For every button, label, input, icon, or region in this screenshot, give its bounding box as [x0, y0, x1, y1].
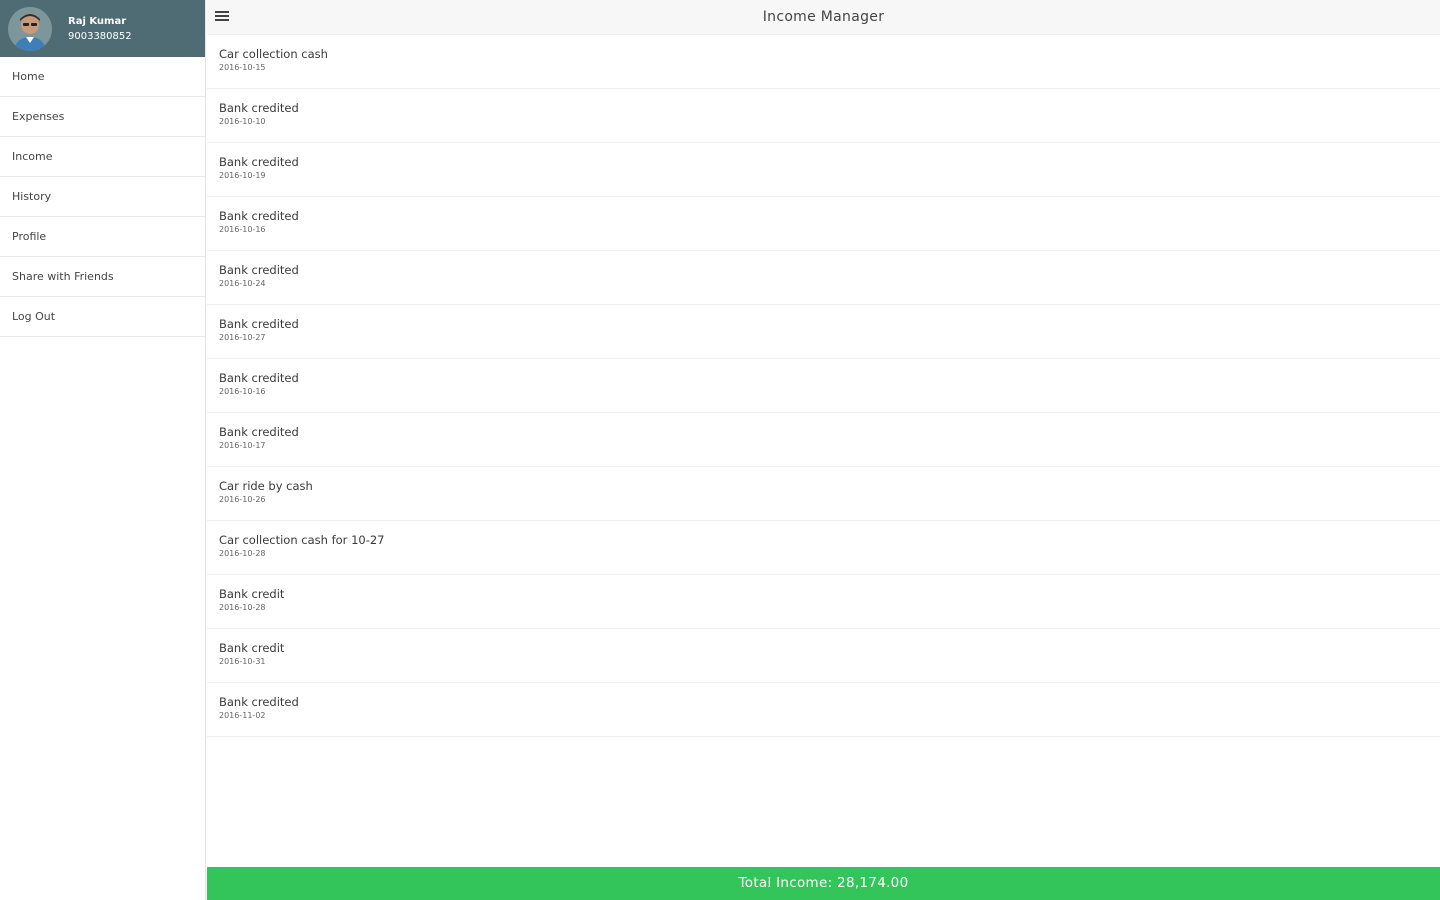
item-title: Bank credited — [219, 371, 299, 385]
item-date: 2016-10-15 — [219, 63, 266, 72]
menu-item-income[interactable]: Income — [0, 137, 205, 177]
item-date: 2016-10-26 — [219, 495, 266, 504]
avatar — [8, 6, 52, 51]
user-phone: 9003380852 — [68, 30, 132, 42]
list-item[interactable]: Bank credit 2016-10-31 — [207, 629, 1440, 683]
user-avatar-icon — [8, 6, 52, 51]
item-date: 2016-10-10 — [219, 117, 266, 126]
item-date: 2016-10-16 — [219, 225, 266, 234]
item-date: 2016-10-17 — [219, 441, 266, 450]
item-title: Car collection cash for 10-27 — [219, 533, 385, 547]
item-date: 2016-10-16 — [219, 387, 266, 396]
item-title: Car ride by cash — [219, 479, 313, 493]
list-item[interactable]: Bank credited 2016-10-16 — [207, 359, 1440, 413]
page-title: Income Manager — [762, 9, 885, 25]
list-item[interactable]: Bank credited 2016-10-17 — [207, 413, 1440, 467]
menu-item-history[interactable]: History — [0, 177, 205, 217]
profile-header[interactable]: Raj Kumar 9003380852 — [0, 0, 205, 57]
item-date: 2016-10-31 — [219, 657, 266, 666]
item-date: 2016-10-19 — [219, 171, 266, 180]
profile-info: Raj Kumar 9003380852 — [68, 14, 132, 44]
menu-item-home[interactable]: Home — [0, 57, 205, 97]
drawer-menu: Home Expenses Income History Profile Sha… — [0, 57, 205, 337]
item-title: Bank credited — [219, 263, 299, 277]
item-date: 2016-10-28 — [219, 549, 266, 558]
item-date: 2016-10-24 — [219, 279, 266, 288]
item-title: Bank credited — [219, 695, 299, 709]
menu-item-profile[interactable]: Profile — [0, 217, 205, 257]
item-title: Bank credit — [219, 587, 285, 601]
item-date: 2016-10-28 — [219, 603, 266, 612]
menu-item-logout[interactable]: Log Out — [0, 297, 205, 337]
list-item[interactable]: Bank credited 2016-11-02 — [207, 683, 1440, 737]
item-title: Bank credited — [219, 155, 299, 169]
list-item[interactable]: Bank credit 2016-10-28 — [207, 575, 1440, 629]
income-manager-app: Raj Kumar 9003380852 Home Expenses Incom… — [0, 0, 1440, 900]
main-content: Income Manager Car collection cash 2016-… — [207, 0, 1440, 900]
menu-item-share[interactable]: Share with Friends — [0, 257, 205, 297]
item-date: 2016-10-27 — [219, 333, 266, 342]
item-title: Bank credit — [219, 641, 285, 655]
list-item[interactable]: Bank credited 2016-10-24 — [207, 251, 1440, 305]
menu-item-expenses[interactable]: Expenses — [0, 97, 205, 137]
item-date: 2016-11-02 — [219, 711, 266, 720]
user-name: Raj Kumar — [68, 15, 127, 27]
app-bar: Income Manager — [207, 0, 1440, 35]
list-item[interactable]: Bank credited 2016-10-10 — [207, 89, 1440, 143]
total-income-bar: Total Income: 28,174.00 — [207, 867, 1440, 900]
item-title: Bank credited — [219, 425, 299, 439]
list-item[interactable]: Bank credited 2016-10-19 — [207, 143, 1440, 197]
item-title: Bank credited — [219, 209, 299, 223]
item-title: Bank credited — [219, 317, 299, 331]
list-item[interactable]: Car collection cash 2016-10-15 — [207, 35, 1440, 89]
list-item[interactable]: Bank credited 2016-10-27 — [207, 305, 1440, 359]
income-list: Car collection cash 2016-10-15 Bank cred… — [207, 35, 1440, 737]
list-item[interactable]: Bank credited 2016-10-16 — [207, 197, 1440, 251]
item-title: Car collection cash — [219, 47, 328, 61]
item-title: Bank credited — [219, 101, 299, 115]
navigation-drawer: Raj Kumar 9003380852 Home Expenses Incom… — [0, 0, 206, 900]
list-item[interactable]: Car collection cash for 10-27 2016-10-28 — [207, 521, 1440, 575]
list-item[interactable]: Car ride by cash 2016-10-26 — [207, 467, 1440, 521]
